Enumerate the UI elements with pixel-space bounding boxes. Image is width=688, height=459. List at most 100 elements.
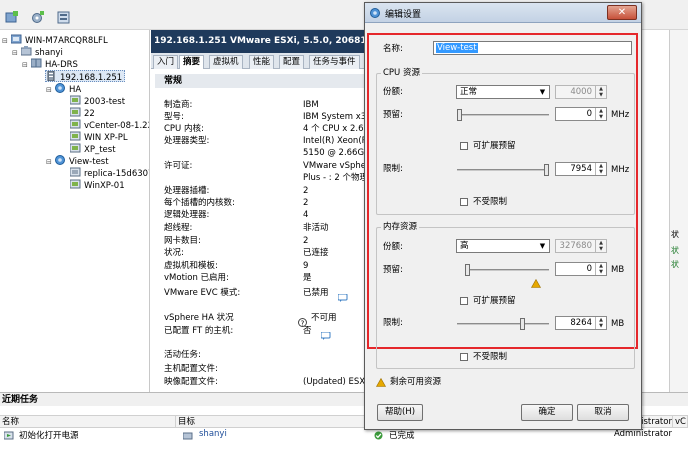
mem-expandable-checkbox[interactable]: [460, 297, 468, 305]
tree-node-label: XP_test: [84, 145, 116, 155]
settings-icon[interactable]: [30, 10, 44, 24]
warning-icon: [376, 378, 386, 387]
comment-icon[interactable]: [321, 332, 331, 340]
help-button[interactable]: 帮助(H): [377, 404, 423, 421]
slider-thumb[interactable]: [465, 264, 470, 276]
tab-configuration[interactable]: 配置: [279, 55, 305, 69]
ok-button[interactable]: 确定: [521, 404, 573, 421]
summary-label: 状况:: [164, 248, 184, 258]
add-host-icon[interactable]: [4, 10, 18, 24]
resource-pool-icon: [370, 8, 380, 18]
collapse-icon[interactable]: ⊟: [46, 84, 55, 96]
tab-getting-started[interactable]: 入门: [153, 55, 179, 69]
cpu-unlimited-checkbox[interactable]: [460, 198, 468, 206]
spinner-icon: ▲ ▼: [595, 240, 606, 252]
tree-node-vm[interactable]: XP_test: [70, 143, 116, 155]
name-input[interactable]: View-test: [433, 41, 632, 55]
summary-label: VMware EVC 模式:: [164, 288, 241, 298]
task-target-link[interactable]: shanyi: [199, 429, 227, 439]
vm-icon: [70, 167, 81, 177]
table-row[interactable]: 初始化打开电源 shanyi 已完成 Administrator: [0, 428, 688, 442]
tab-summary[interactable]: 摘要: [179, 55, 205, 69]
cpu-reservation-label: 预留:: [383, 110, 403, 120]
column-name[interactable]: 名称: [0, 416, 176, 428]
vcenter-icon: [11, 34, 22, 44]
mem-shares-select[interactable]: 高 ▼: [456, 239, 550, 253]
tab-virtual-machines[interactable]: 虚拟机: [209, 55, 243, 69]
slider-thumb[interactable]: [520, 318, 525, 330]
tree-node-pool-view[interactable]: ⊟ View-test: [46, 155, 109, 167]
tab-performance[interactable]: 性能: [249, 55, 275, 69]
collapse-icon[interactable]: ⊟: [46, 156, 55, 168]
summary-label: 处理器类型:: [164, 136, 210, 146]
slider-thumb[interactable]: [544, 164, 549, 176]
collapse-icon[interactable]: ⊟: [2, 35, 11, 47]
cpu-unlimited-label: 不受限制: [473, 197, 508, 207]
mem-limit-input[interactable]: 8264 ▲ ▼: [555, 316, 607, 330]
cpu-shares-value: 正常: [460, 87, 478, 97]
tree-node-label: 2003-test: [84, 97, 126, 107]
cpu-limit-input[interactable]: 7954 ▲ ▼: [555, 162, 607, 176]
tree-node-vcenter[interactable]: ⊟ WIN-M7ARCQR8LFL: [2, 34, 108, 46]
summary-value: IBM: [303, 100, 319, 110]
mem-limit-slider[interactable]: [457, 318, 549, 330]
spinner-icon[interactable]: ▲ ▼: [595, 317, 606, 329]
status-cell: 状: [671, 246, 679, 255]
tree-node-vm[interactable]: replica-15d6307: [70, 167, 149, 179]
new-vm-icon[interactable]: [56, 10, 70, 24]
close-icon: ✕: [617, 7, 627, 18]
mem-reservation-value: 0: [586, 264, 592, 274]
column-vc[interactable]: vC: [673, 416, 688, 428]
summary-label: vMotion 已启用:: [164, 273, 229, 283]
cpu-limit-slider[interactable]: [457, 164, 549, 176]
column-target[interactable]: 目标: [176, 416, 372, 428]
check-icon: [374, 431, 383, 440]
dialog-titlebar[interactable]: 编辑设置 ✕: [365, 3, 641, 23]
slider-track: [457, 114, 549, 116]
tree-node-vm[interactable]: vCenter-08-1.22: [70, 119, 149, 131]
summary-label: 主机配置文件:: [164, 364, 218, 374]
spinner-icon[interactable]: ▲ ▼: [595, 163, 606, 175]
cpu-reservation-slider[interactable]: [457, 109, 549, 121]
right-pane-strip: 状 状 状: [669, 30, 688, 392]
summary-value: 4: [303, 210, 309, 220]
close-button[interactable]: ✕: [607, 5, 637, 20]
spinner-icon[interactable]: ▲ ▼: [595, 108, 606, 120]
tree-node-datacenter[interactable]: ⊟ shanyi: [12, 46, 63, 58]
cpu-shares-select[interactable]: 正常 ▼: [456, 85, 550, 99]
tree-node-label: WIN XP-PL: [84, 133, 128, 143]
help-icon[interactable]: ?: [298, 318, 307, 327]
cpu-limit-label: 限制:: [383, 164, 403, 174]
summary-label: CPU 内核:: [164, 124, 204, 134]
datacenter-icon: [21, 46, 32, 56]
mem-reservation-slider[interactable]: [465, 264, 549, 276]
tree-node-label: WIN-M7ARCQR8LFL: [25, 36, 108, 46]
remaining-resources-label: 剩余可用资源: [390, 377, 442, 387]
summary-value: 4 个 CPU x 2.65: [303, 124, 369, 134]
tree-node-host[interactable]: 192.168.1.251: [45, 70, 126, 83]
slider-thumb[interactable]: [457, 109, 462, 121]
mem-unlimited-checkbox[interactable]: [460, 353, 468, 361]
collapse-icon[interactable]: ⊟: [12, 47, 21, 59]
spinner-icon[interactable]: ▲ ▼: [595, 263, 606, 275]
cpu-reservation-input[interactable]: 0 ▲ ▼: [555, 107, 607, 121]
tab-tasks-events[interactable]: 任务与事件: [309, 55, 360, 69]
tree-node-vm[interactable]: WIN XP-PL: [70, 131, 128, 143]
comment-icon[interactable]: [338, 294, 348, 302]
name-input-value: View-test: [436, 43, 478, 53]
mem-unlimited-label: 不受限制: [473, 352, 508, 362]
tree-node-pool-ha[interactable]: ⊟ HA: [46, 83, 81, 95]
tree-node-cluster[interactable]: ⊟ HA-DRS: [22, 58, 78, 70]
slider-track: [457, 169, 549, 171]
cancel-button[interactable]: 取消: [577, 404, 629, 421]
collapse-icon[interactable]: ⊟: [22, 59, 31, 71]
summary-value: 已连接: [303, 248, 329, 258]
tree-node-vm[interactable]: WinXP-01: [70, 179, 125, 191]
summary-label: 已配置 FT 的主机:: [164, 326, 234, 336]
cpu-expandable-checkbox[interactable]: [460, 142, 468, 150]
mem-reservation-input[interactable]: 0 ▲ ▼: [555, 262, 607, 276]
tree-node-vm[interactable]: 2003-test: [70, 95, 125, 107]
mem-shares-value: 高: [460, 241, 469, 251]
tree-node-vm[interactable]: 22: [70, 107, 95, 119]
cpu-expandable-label: 可扩展预留: [473, 141, 516, 151]
